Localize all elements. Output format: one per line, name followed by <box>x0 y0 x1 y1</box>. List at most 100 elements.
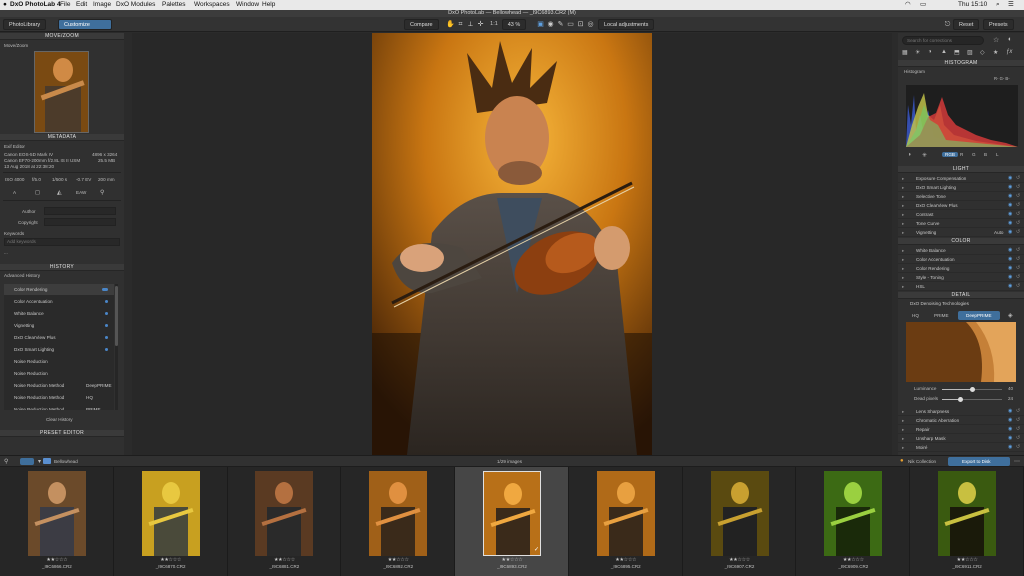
filmstrip-thumbnail[interactable]: ★★☆☆☆ _I9C6893.CR2 ✓ <box>455 467 569 576</box>
menu-dxo-modules[interactable]: DxO Modules <box>116 0 155 10</box>
thumbnail-rating[interactable]: ★★☆☆☆ <box>910 557 1024 563</box>
compare-button[interactable]: Compare <box>404 19 439 30</box>
luminance-value[interactable]: 40 <box>1008 386 1013 391</box>
reset-correction-icon[interactable]: ↺ <box>1016 273 1020 281</box>
correction-row[interactable]: ▸ Color Rendering ◉ ↺ <box>898 264 1024 273</box>
history-item[interactable]: Color Accentuation <box>4 296 114 307</box>
zoom-select[interactable]: 43 % <box>502 19 526 30</box>
thumbnail-rating[interactable]: ★★☆☆☆ <box>683 557 797 563</box>
crop-tool-icon[interactable]: ⌗ <box>456 20 465 29</box>
filter-detail-icon[interactable]: ▲ <box>941 49 947 55</box>
correction-row[interactable]: ▸ Contrast ◉ ↺ <box>898 210 1024 219</box>
advanced-history-label[interactable]: Advanced History <box>4 273 40 278</box>
reset-correction-icon[interactable]: ↺ <box>1016 434 1020 442</box>
luminance-slider[interactable] <box>942 387 1002 392</box>
history-item[interactable]: White Balance <box>4 308 114 319</box>
toggle-correction-icon[interactable]: ◉ <box>1008 201 1012 209</box>
correction-row[interactable]: ▸ Vignetting Auto ◉ ↺ <box>898 228 1024 237</box>
correction-row[interactable]: ▸ Style - Toning ◉ ↺ <box>898 273 1024 282</box>
expand-arrow-icon[interactable]: ▸ <box>902 407 904 415</box>
toggle-correction-icon[interactable]: ◉ <box>1008 264 1012 272</box>
correction-row[interactable]: ▸ Selective Tone ◉ ↺ <box>898 192 1024 201</box>
redeye-icon[interactable]: ◉ <box>546 20 555 29</box>
export-more-icon[interactable]: ⋯ <box>1014 458 1020 465</box>
menu-help[interactable]: Help <box>262 0 275 10</box>
image-viewer[interactable] <box>132 33 892 455</box>
reset-correction-icon[interactable]: ↺ <box>1016 192 1020 200</box>
correction-row[interactable]: ▸ Tone Curve ◉ ↺ <box>898 219 1024 228</box>
filter-icon[interactable]: ⚲ <box>4 458 8 465</box>
method-prime[interactable]: PRIME <box>934 313 949 318</box>
metadata-more[interactable]: ... <box>4 250 8 255</box>
filter-favorites-icon[interactable]: ★ <box>993 49 998 56</box>
highlight-clip-icon[interactable]: ✳ <box>922 152 927 159</box>
filter-color-icon[interactable]: ◑ <box>928 49 932 55</box>
expand-arrow-icon[interactable]: ▸ <box>902 282 904 290</box>
history-item[interactable]: Vignetting <box>4 320 114 331</box>
correction-row[interactable]: ▸ Repair ◉ ↺ <box>898 425 1024 434</box>
author-input[interactable] <box>44 207 116 215</box>
toggle-correction-icon[interactable]: ◉ <box>1008 416 1012 424</box>
history-item[interactable]: Noise Reduction <box>4 368 114 379</box>
thumbnail-rating[interactable]: ★★☆☆☆ <box>569 557 683 563</box>
nik-collection-button[interactable]: Nik Collection <box>908 459 936 464</box>
menu-workspaces[interactable]: Workspaces <box>194 0 230 10</box>
history-scrollbar[interactable] <box>115 284 118 410</box>
reset-correction-icon[interactable]: ↺ <box>1016 201 1020 209</box>
menu-edit[interactable]: Edit <box>76 0 87 10</box>
keywords-label[interactable]: Keywords <box>4 231 24 236</box>
reset-correction-icon[interactable]: ↺ <box>1016 264 1020 272</box>
expand-arrow-icon[interactable]: ▸ <box>902 210 904 218</box>
apple-menu-icon[interactable]: ● <box>3 0 7 10</box>
filmstrip-thumbnail[interactable]: ★★☆☆☆ _I9C6909.CR2 <box>796 467 911 576</box>
export-icon[interactable]: ⎋ <box>943 20 952 29</box>
filmstrip-thumbnail[interactable]: ★★☆☆☆ _I9C6907.CR2 <box>683 467 797 576</box>
history-header[interactable]: HISTORY <box>0 264 124 271</box>
history-item[interactable]: Noise Reduction Method HQ <box>4 392 114 403</box>
reset-correction-icon[interactable]: ↺ <box>1016 228 1020 236</box>
movezoom-header[interactable]: MOVE/ZOOM <box>0 33 124 40</box>
correction-row[interactable]: ▸ Chromatic Aberration ◉ ↺ <box>898 416 1024 425</box>
filmstrip-thumbnail[interactable]: ★★☆☆☆ _I9C6911.CR2 <box>910 467 1024 576</box>
deadpixels-value[interactable]: 24 <box>1008 396 1013 401</box>
menu-app[interactable]: DxO PhotoLab 4 <box>10 0 61 10</box>
light-header[interactable]: LIGHT <box>898 166 1024 173</box>
expand-arrow-icon[interactable]: ▸ <box>902 174 904 182</box>
crop-overlay-icon[interactable]: ⊡ <box>576 20 585 29</box>
histogram-channel-g[interactable]: G <box>972 152 976 157</box>
fit-icon[interactable]: ✛ <box>476 20 485 29</box>
toggle-correction-icon[interactable]: ◉ <box>1008 273 1012 281</box>
method-deepprime-button[interactable]: DeepPRIME <box>958 311 1000 320</box>
toggle-correction-icon[interactable]: ◉ <box>1008 192 1012 200</box>
reset-button[interactable]: Reset <box>953 19 980 30</box>
correction-row[interactable]: ▸ Lens Sharpness ◉ ↺ <box>898 407 1024 416</box>
wifi-icon[interactable]: ◠ <box>905 0 911 10</box>
reset-correction-icon[interactable]: ↺ <box>1016 407 1020 415</box>
filter-geometry-icon[interactable]: ⬒ <box>954 49 960 56</box>
exif-editor-label[interactable]: Exif Editor <box>4 144 25 149</box>
histogram-channel-rgb[interactable]: RGB <box>942 152 958 157</box>
shadow-clip-icon[interactable]: ◗ <box>908 152 912 158</box>
toggle-correction-icon[interactable]: ◉ <box>1008 434 1012 442</box>
reset-correction-icon[interactable]: ↺ <box>1016 246 1020 254</box>
tab-customize[interactable]: Customize <box>58 19 112 30</box>
loupe-icon[interactable]: ▣ <box>536 20 545 29</box>
correction-row[interactable]: ▸ Exposure Compensation ◉ ↺ <box>898 174 1024 183</box>
expand-arrow-icon[interactable]: ▸ <box>902 443 904 451</box>
thumbnail-rating[interactable]: ★★☆☆☆ <box>455 557 569 563</box>
copyright-input[interactable] <box>44 218 116 226</box>
toggle-correction-icon[interactable]: ◉ <box>1008 210 1012 218</box>
correction-row[interactable]: ▸ HSL ◉ ↺ <box>898 282 1024 291</box>
spotlight-icon[interactable]: ⌕ <box>996 0 1000 10</box>
main-photo[interactable] <box>372 33 652 455</box>
ratio-label[interactable]: 1:1 <box>487 20 501 29</box>
reset-correction-icon[interactable]: ↺ <box>1016 174 1020 182</box>
menu-file[interactable]: File <box>60 0 70 10</box>
toggle-correction-icon[interactable]: ◉ <box>1008 282 1012 290</box>
histogram-header[interactable]: HISTOGRAM <box>898 60 1024 67</box>
reset-correction-icon[interactable]: ↺ <box>1016 255 1020 263</box>
history-item[interactable]: Color Rendering <box>4 284 114 295</box>
correction-row[interactable]: ▸ DxO ClearView Plus ◉ ↺ <box>898 201 1024 210</box>
menu-window[interactable]: Window <box>236 0 259 10</box>
filter-watermark-icon[interactable]: ◇ <box>980 49 985 56</box>
